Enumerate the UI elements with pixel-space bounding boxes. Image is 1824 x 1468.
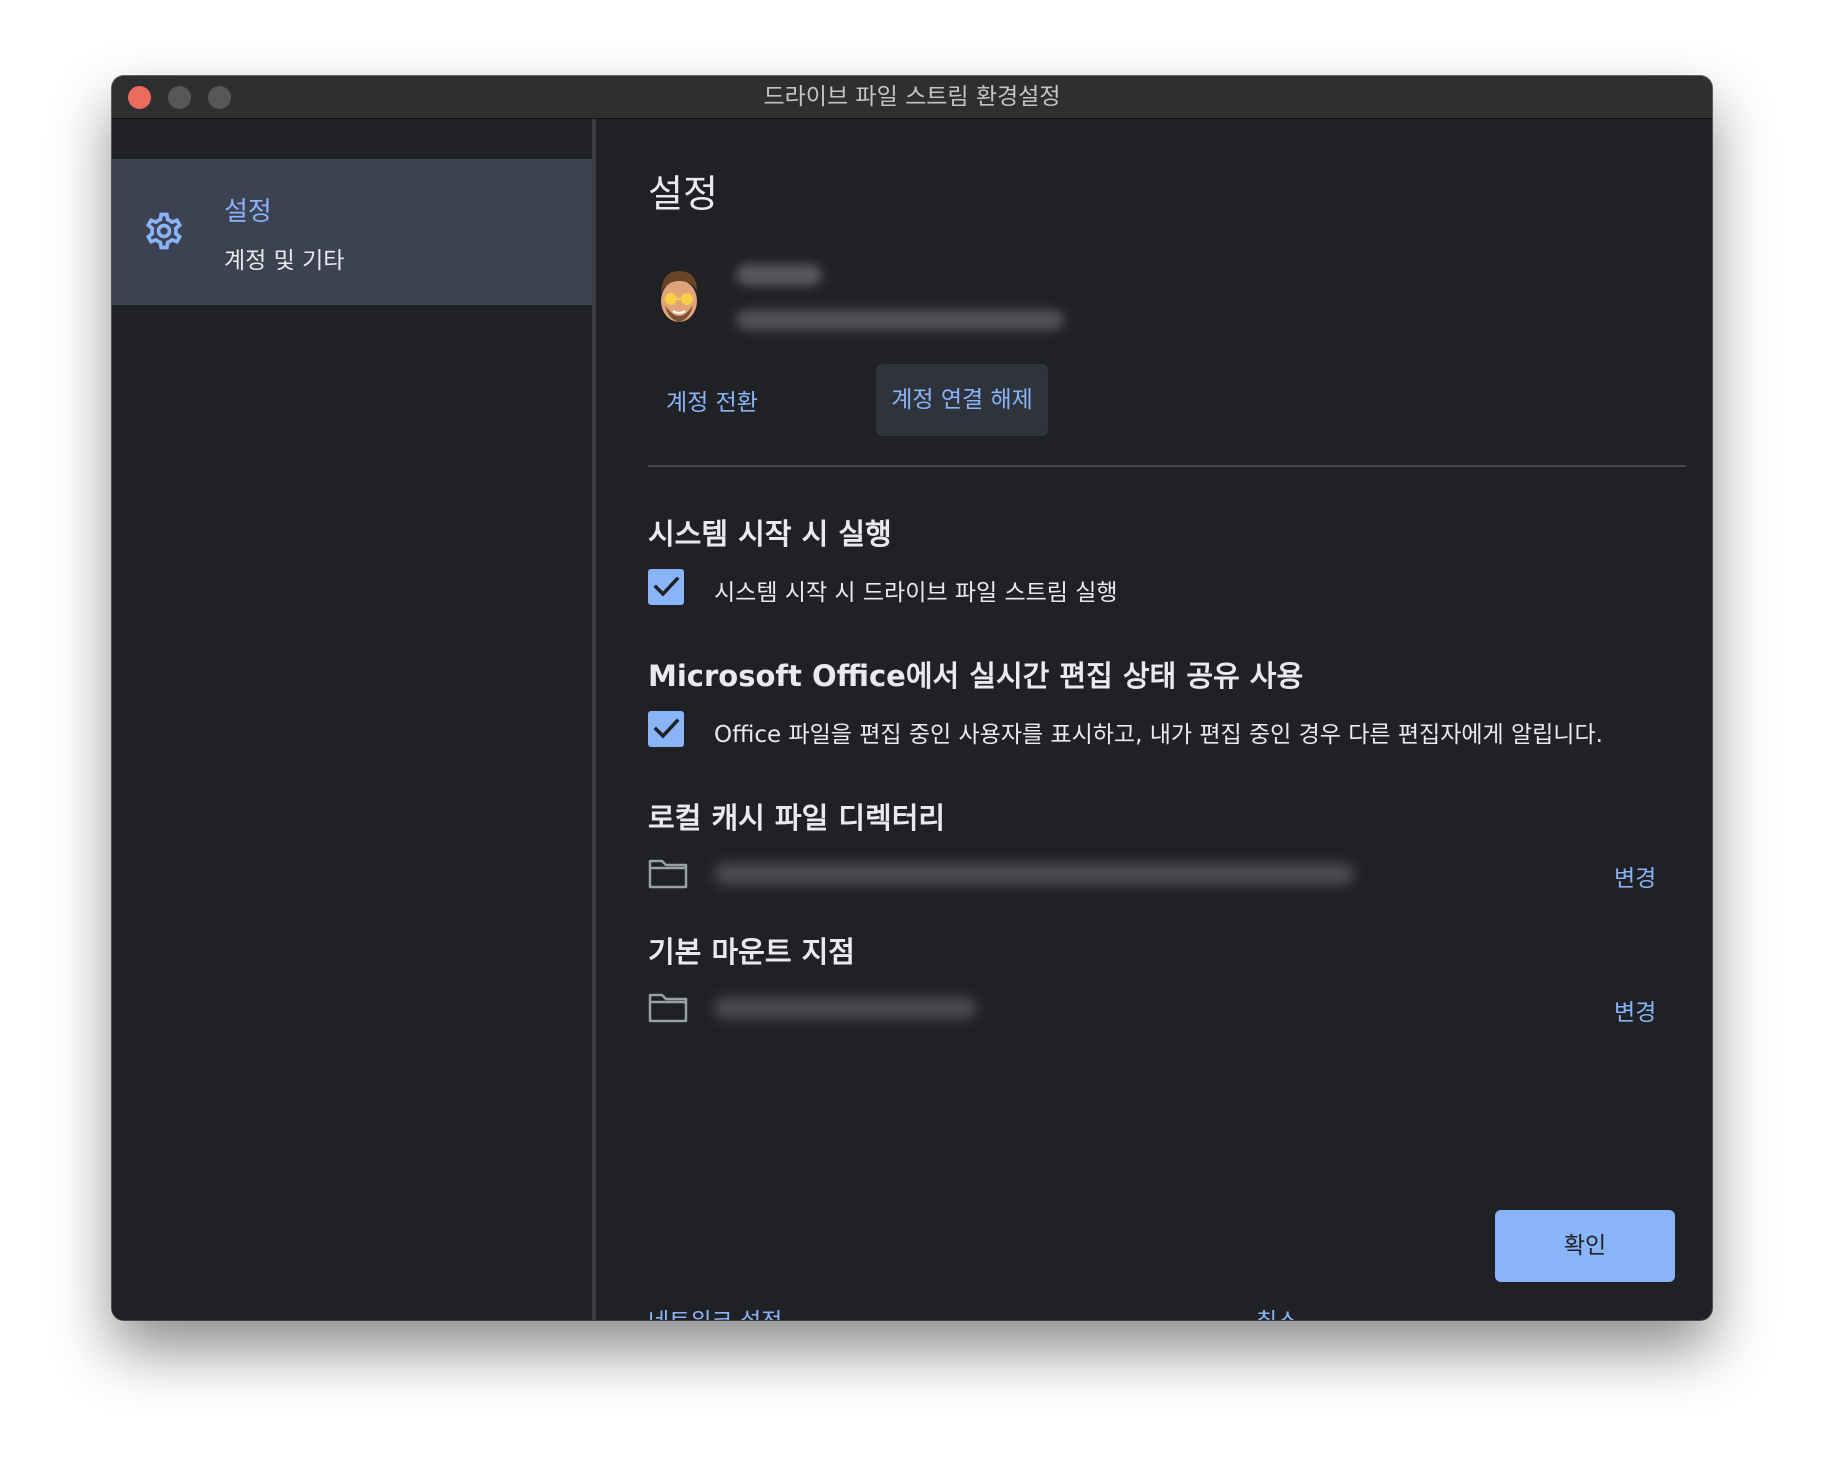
office-checkbox-label: Office 파일을 편집 중인 사용자를 표시하고, 내가 편집 중인 경우 … [714,722,1603,748]
change-mount-point-button[interactable]: 변경 [1614,993,1656,1027]
cache-section-title: 로컬 캐시 파일 디렉터리 [648,801,946,835]
window-title: 드라이브 파일 스트림 환경설정 [763,84,1061,110]
avatar [661,271,697,322]
preferences-window: 드라이브 파일 스트림 환경설정 설정 계정 및 기타 설정 계정 전환 계정 … [112,76,1712,1320]
checkmark-icon [653,576,680,597]
account-email-redacted [736,309,1064,331]
account-name-redacted [736,264,822,286]
section-divider [648,465,1686,467]
sidebar-item-subtitle: 계정 및 기타 [224,248,345,274]
startup-checkbox-label: 시스템 시작 시 드라이브 파일 스트림 실행 [714,580,1118,606]
cancel-button[interactable]: 취소 [1256,1302,1298,1320]
ok-button[interactable]: 확인 [1495,1210,1675,1282]
title-bar: 드라이브 파일 스트림 환경설정 [112,76,1712,119]
change-cache-directory-button[interactable]: 변경 [1614,859,1656,893]
mount-section-title: 기본 마운트 지점 [648,935,855,969]
sidebar-item-title: 설정 [224,197,272,227]
folder-icon [648,859,688,889]
sidebar-item-settings[interactable]: 설정 계정 및 기타 [112,159,592,305]
checkmark-icon [653,718,680,739]
office-checkbox[interactable] [648,711,684,747]
office-section-title: Microsoft Office에서 실시간 편집 상태 공유 사용 [648,659,1304,693]
gear-icon [146,212,182,250]
switch-account-button[interactable]: 계정 전환 [666,383,758,417]
sidebar: 설정 계정 및 기타 [112,119,592,1320]
settings-panel: 설정 계정 전환 계정 연결 해제 시스템 시작 시 실행 시스템 시작 시 드… [596,119,1712,1320]
startup-section-title: 시스템 시작 시 실행 [648,517,892,551]
startup-checkbox[interactable] [648,569,684,605]
network-settings-button[interactable]: 네트워크 설정 [648,1302,782,1320]
disconnect-account-button[interactable]: 계정 연결 해제 [876,364,1048,436]
page-title: 설정 [648,172,718,216]
cache-path-redacted [714,863,1354,885]
mount-path-redacted [714,997,976,1019]
folder-icon [648,993,688,1023]
